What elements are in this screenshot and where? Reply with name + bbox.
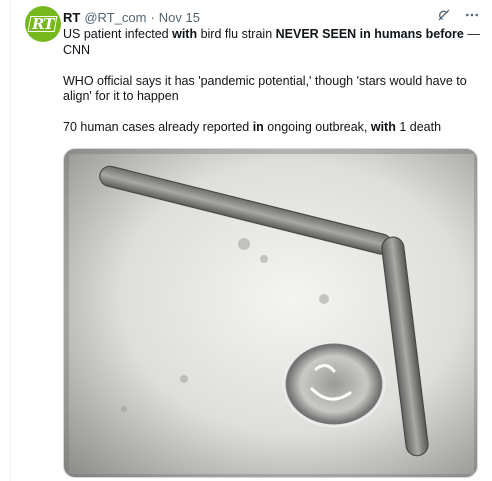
text-span: — <box>463 27 480 41</box>
text-bold: in <box>252 120 264 134</box>
headline-paragraph: US patient infected with bird flu strain… <box>63 27 483 58</box>
separator-dot: · <box>150 9 155 25</box>
tweet-text: US patient infected with bird flu strain… <box>63 27 483 136</box>
avatar[interactable]: RT <box>25 6 61 42</box>
tweet-header: RT @RT_com · Nov 15 <box>63 8 200 26</box>
handle[interactable]: @RT_com <box>84 10 146 25</box>
more-icon[interactable] <box>464 7 480 23</box>
grok-icon[interactable] <box>436 7 452 23</box>
who-paragraph: WHO official says it has 'pandemic poten… <box>63 73 467 104</box>
text-bold: with <box>370 120 396 134</box>
display-name[interactable]: RT <box>63 10 80 25</box>
text-bold: with <box>172 27 198 41</box>
text-span: ongoing outbreak, <box>263 120 371 134</box>
text-span: CNN <box>63 42 91 57</box>
text-span: 1 death <box>395 120 442 134</box>
text-span: US patient infected <box>63 27 173 41</box>
virus-micrograph-image <box>64 149 477 477</box>
tweet[interactable]: RT RT @RT_com · Nov 15 US patient infect… <box>10 0 492 481</box>
text-span: bird flu strain <box>197 27 276 41</box>
timestamp[interactable]: Nov 15 <box>159 10 200 25</box>
cases-paragraph: 70 human cases already reported in ongoi… <box>63 120 483 136</box>
text-bold: NEVER SEEN in humans before <box>275 27 464 41</box>
rt-logo: RT <box>27 15 59 33</box>
header-actions <box>436 7 480 23</box>
text-span: 70 human cases already reported <box>63 120 253 134</box>
tweet-media-image[interactable] <box>63 148 478 478</box>
